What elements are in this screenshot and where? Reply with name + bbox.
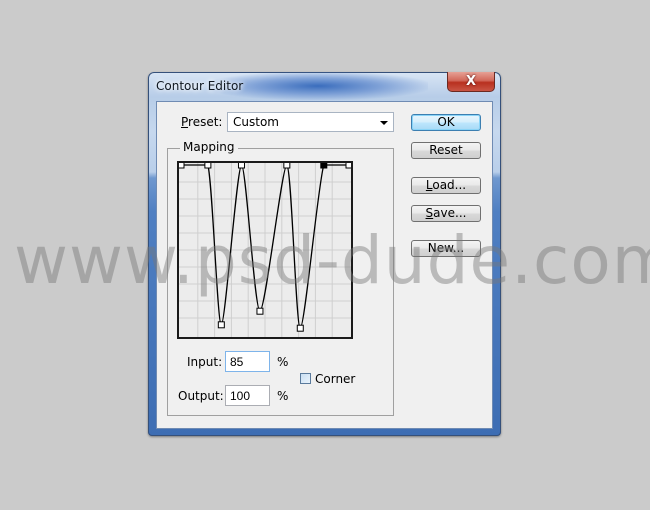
curve-point-selected[interactable] <box>320 163 328 169</box>
ok-button[interactable]: OK <box>411 114 481 131</box>
chevron-down-icon <box>380 121 388 125</box>
curve-point[interactable] <box>345 163 351 169</box>
curve-point[interactable] <box>204 163 212 169</box>
dialog-title: Contour Editor <box>156 79 244 93</box>
output-label: Output: <box>178 389 224 403</box>
new-button[interactable]: New... <box>411 240 481 257</box>
save-button[interactable]: Save... <box>411 205 481 222</box>
close-button[interactable]: X <box>447 72 495 92</box>
dialog-client-area: Preset: Custom OK Reset Load... Save... … <box>156 101 493 429</box>
contour-curve-canvas[interactable] <box>179 163 351 337</box>
output-unit: % <box>277 389 289 403</box>
curve-point[interactable] <box>217 321 225 329</box>
curve-point[interactable] <box>237 163 245 169</box>
preset-dropdown[interactable]: Custom <box>227 112 394 132</box>
reset-button[interactable]: Reset <box>411 142 481 159</box>
contour-graph[interactable] <box>177 161 353 339</box>
curve-point[interactable] <box>296 324 304 332</box>
output-field[interactable] <box>225 385 270 406</box>
corner-checkbox[interactable] <box>300 373 311 384</box>
close-icon: X <box>465 74 477 89</box>
curve-point[interactable] <box>283 163 291 169</box>
input-label: Input: <box>187 355 223 369</box>
contour-editor-dialog: Contour Editor X Preset: Custom OK Reset… <box>148 72 501 436</box>
corner-label: Corner <box>315 372 356 386</box>
mapping-legend: Mapping <box>180 140 238 154</box>
input-unit: % <box>277 355 289 369</box>
input-field[interactable] <box>225 351 270 372</box>
preset-label: Preset: <box>181 115 223 129</box>
curve-point[interactable] <box>256 307 264 315</box>
load-button[interactable]: Load... <box>411 177 481 194</box>
curve-point[interactable] <box>179 163 185 169</box>
preset-value: Custom <box>233 115 279 129</box>
